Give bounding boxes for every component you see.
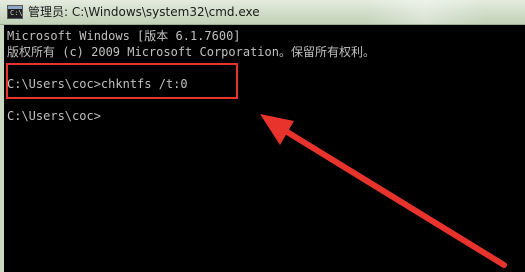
cmd-window: C:\ 管理员: C:\Windows\system32\cmd.exe Mic… [0, 0, 525, 272]
cmd-icon-glyph: C:\ [10, 9, 23, 17]
title-bar[interactable]: C:\ 管理员: C:\Windows\system32\cmd.exe [0, 0, 525, 25]
cmd-icon[interactable]: C:\ [7, 5, 23, 19]
annotation-arrow [260, 114, 507, 268]
arrow-head [260, 114, 294, 145]
window-title: 管理员: C:\Windows\system32\cmd.exe [28, 5, 260, 19]
arrow-shaft [276, 124, 507, 268]
title-glow [365, 0, 485, 24]
console-output[interactable]: Microsoft Windows [版本 6.1.7600] 版权所有 (c)… [4, 25, 525, 272]
